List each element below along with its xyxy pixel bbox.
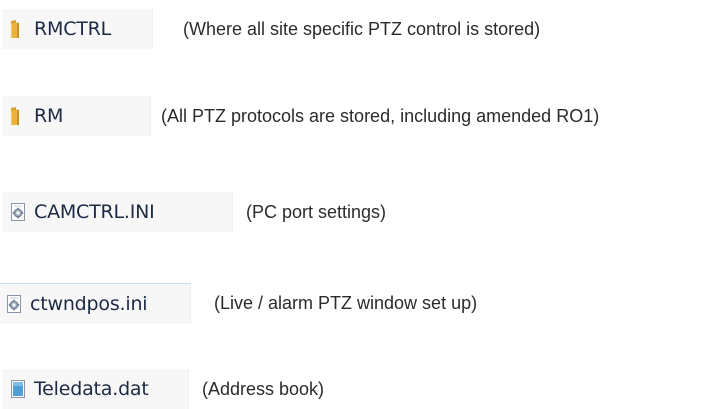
ini-settings-file-icon: [8, 202, 28, 222]
file-row-rmctrl: RMCTRL (Where all site specific PTZ cont…: [0, 9, 705, 49]
file-item-camctrl-ini[interactable]: CAMCTRL.INI: [2, 192, 233, 232]
generic-file-icon: [8, 379, 28, 399]
file-row-ctwndpos-ini: ctwndpos.ini (Live / alarm PTZ window se…: [0, 283, 705, 324]
file-name: RMCTRL: [34, 18, 112, 40]
file-name: ctwndpos.ini: [30, 293, 148, 315]
file-name: RM: [34, 105, 64, 127]
folder-icon: [8, 106, 28, 126]
ini-settings-file-icon: [4, 294, 24, 314]
file-item-ctwndpos-ini[interactable]: ctwndpos.ini: [0, 283, 191, 324]
file-item-rmctrl[interactable]: RMCTRL: [2, 9, 153, 49]
file-description: (PC port settings): [246, 202, 387, 222]
file-description: (Live / alarm PTZ window set up): [214, 293, 478, 313]
file-item-teledata-dat[interactable]: Teledata.dat: [2, 369, 189, 409]
file-item-rm[interactable]: RM: [2, 96, 151, 136]
file-description: (All PTZ protocols are stored, including…: [161, 106, 600, 126]
file-description: (Where all site specific PTZ control is …: [183, 19, 541, 39]
file-description: (Address book): [202, 379, 325, 399]
file-row-camctrl-ini: CAMCTRL.INI (PC port settings): [0, 192, 705, 232]
file-name: CAMCTRL.INI: [34, 201, 155, 223]
file-row-teledata-dat: Teledata.dat (Address book): [0, 369, 705, 409]
file-row-rm: RM (All PTZ protocols are stored, includ…: [0, 96, 705, 136]
file-name: Teledata.dat: [34, 378, 149, 400]
folder-icon: [8, 19, 28, 39]
